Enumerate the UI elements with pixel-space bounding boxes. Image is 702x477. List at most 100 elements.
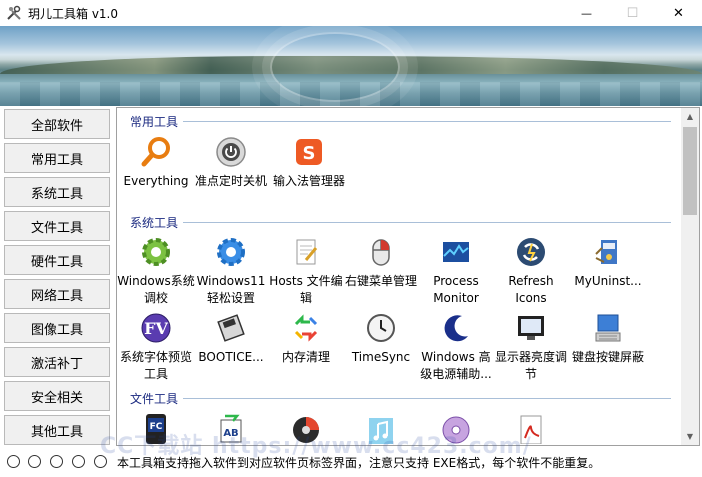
tool-label: 显示器亮度调节 (494, 350, 567, 381)
windows-tuning-icon (140, 236, 172, 268)
tool-label: BOOTICE... (198, 350, 264, 364)
group-divider (183, 222, 671, 223)
tool-context-menu[interactable]: 右键菜单管理 (342, 236, 420, 290)
page-radio-3[interactable] (50, 455, 63, 468)
page-radio-4[interactable] (72, 455, 85, 468)
scroll-down-icon[interactable]: ▼ (681, 428, 699, 445)
svg-text:FV: FV (144, 319, 168, 338)
tool-windows-tuning[interactable]: Windows系统调校 (117, 236, 195, 307)
bootice-icon (215, 312, 247, 344)
refresh-icons-icon (515, 236, 547, 268)
toolbox-icon (6, 5, 22, 21)
maximize-button[interactable]: ☐ (610, 0, 655, 26)
shutdown-timer-icon (215, 136, 247, 168)
scroll-up-icon[interactable]: ▲ (681, 108, 699, 125)
tool-label: Windows系统调校 (117, 274, 195, 305)
close-button[interactable]: ✕ (656, 0, 701, 26)
tool-monitor-brightness[interactable]: 显示器亮度调节 (492, 312, 570, 383)
page-radio-5[interactable] (94, 455, 107, 468)
monitor-brightness-icon (515, 312, 547, 344)
tool-label: Refresh Icons (508, 274, 554, 305)
ime-manager-icon: S (293, 136, 325, 168)
context-menu-icon (365, 236, 397, 268)
tool-bootice[interactable]: BOOTICE... (192, 312, 270, 366)
category-label: 全部软件 (30, 118, 83, 134)
category-label: 图像工具 (30, 322, 83, 338)
window-title: 玥儿工具箱 v1.0 (28, 6, 119, 21)
tool-label: 系统字体预览工具 (119, 350, 192, 381)
everything-icon (140, 136, 172, 168)
tool-windows11-settings[interactable]: Windows11轻松设置 (192, 236, 270, 307)
group-title-file: 文件工具 (130, 392, 179, 406)
group-title-system: 系统工具 (130, 216, 179, 230)
category-label: 激活补丁 (30, 356, 83, 372)
tool-everything[interactable]: Everything (117, 136, 195, 190)
tool-label: 内存清理 (281, 350, 330, 364)
tool-label: MyUninst... (574, 274, 642, 288)
category-common[interactable]: 常用工具 (4, 143, 110, 173)
category-other[interactable]: 其他工具 (4, 415, 110, 445)
page-radio-1[interactable] (7, 455, 20, 468)
category-system[interactable]: 系统工具 (4, 177, 110, 207)
category-label: 系统工具 (30, 186, 83, 202)
tool-label: Windows11轻松设置 (196, 274, 266, 305)
title-bar: 玥儿工具箱 v1.0 — ☐ ✕ (0, 0, 702, 26)
tool-process-monitor[interactable]: Process Monitor (417, 236, 495, 307)
tools-panel: 常用工具 Everything 准点定时关机 S 输入法管理器 系统工具 Win… (116, 107, 700, 446)
status-text: 本工具箱支持拖入软件到对应软件页标签界面，注意只支持 EXE格式，每个软件不能重… (117, 456, 601, 470)
windows11-settings-icon (215, 236, 247, 268)
page-radio-2[interactable] (28, 455, 41, 468)
tool-label: TimeSync (351, 350, 411, 364)
category-image[interactable]: 图像工具 (4, 313, 110, 343)
timesync-icon (365, 312, 397, 344)
memory-clean-icon (290, 312, 322, 344)
tool-shutdown-timer[interactable]: 准点定时关机 (192, 136, 270, 190)
myuninstaller-icon (592, 236, 624, 268)
tool-label: 键盘按键屏蔽 (571, 350, 644, 364)
tool-memory-clean[interactable]: 内存清理 (267, 312, 345, 366)
group-title-common: 常用工具 (130, 115, 179, 129)
group-divider (183, 121, 671, 122)
tool-refresh-icons[interactable]: Refresh Icons (492, 236, 570, 307)
category-file[interactable]: 文件工具 (4, 211, 110, 241)
category-label: 网络工具 (30, 288, 83, 304)
maximize-icon: ☐ (626, 5, 639, 21)
tool-ime-manager[interactable]: S 输入法管理器 (270, 136, 348, 190)
category-network[interactable]: 网络工具 (4, 279, 110, 309)
minimize-button[interactable]: — (564, 0, 609, 26)
group-divider (183, 398, 671, 399)
tool-label: Process Monitor (433, 274, 479, 305)
category-hardware[interactable]: 硬件工具 (4, 245, 110, 275)
tool-hosts-editor[interactable]: Hosts 文件编辑 (267, 236, 345, 307)
scroll-thumb[interactable] (683, 127, 697, 215)
tool-timesync[interactable]: TimeSync (342, 312, 420, 366)
tool-label: Windows 高级电源辅助... (420, 350, 492, 381)
power-assist-icon (440, 312, 472, 344)
tool-label: 右键菜单管理 (344, 274, 417, 288)
category-label: 文件工具 (30, 220, 83, 236)
category-security[interactable]: 安全相关 (4, 381, 110, 411)
hosts-editor-icon (290, 236, 322, 268)
category-label: 安全相关 (30, 390, 83, 406)
category-activation[interactable]: 激活补丁 (4, 347, 110, 377)
category-label: 常用工具 (30, 152, 83, 168)
tool-label: 输入法管理器 (272, 174, 345, 188)
minimize-icon: — (581, 6, 592, 20)
tools-scrollbar[interactable]: ▲ ▼ (681, 108, 699, 445)
process-monitor-icon (440, 236, 472, 268)
tool-label: Hosts 文件编辑 (269, 274, 343, 305)
tool-keyboard-block[interactable]: 键盘按键屏蔽 (569, 312, 647, 366)
tool-myuninstaller[interactable]: MyUninst... (569, 236, 647, 290)
tool-label: Everything (123, 174, 189, 188)
keyboard-block-icon (592, 312, 624, 344)
banner-water (0, 82, 702, 106)
tool-power-assist[interactable]: Windows 高级电源辅助... (417, 312, 495, 383)
tool-font-viewer[interactable]: FV 系统字体预览工具 (117, 312, 195, 383)
banner-image (0, 26, 702, 106)
category-all[interactable]: 全部软件 (4, 109, 110, 139)
tool-label: 准点定时关机 (194, 174, 267, 188)
close-icon: ✕ (673, 5, 684, 21)
category-label: 其他工具 (30, 424, 83, 440)
svg-text:S: S (303, 143, 316, 164)
font-viewer-icon: FV (140, 312, 172, 344)
